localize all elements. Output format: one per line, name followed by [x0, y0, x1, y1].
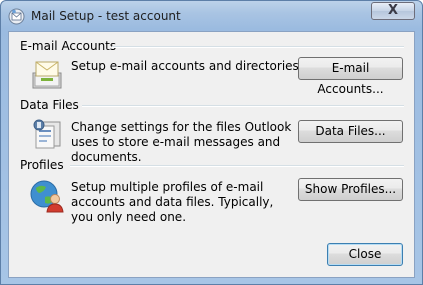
profiles-separator: [70, 165, 404, 167]
close-button[interactable]: Close: [327, 243, 403, 266]
profiles-heading: Profiles: [20, 158, 64, 172]
mail-setup-window: Mail Setup - test account X E-mail Accou…: [0, 0, 423, 285]
mail-app-icon: [8, 8, 25, 25]
data-files-separator: [82, 105, 404, 107]
profiles-icon: [30, 180, 64, 213]
email-accounts-heading: E-mail Accounts: [20, 39, 117, 53]
email-accounts-separator: [112, 46, 404, 48]
show-profiles-button[interactable]: Show Profiles...: [298, 178, 403, 201]
title-bar[interactable]: Mail Setup - test account X: [1, 1, 422, 31]
profiles-description: Setup multiple profiles of e-mail accoun…: [71, 180, 274, 224]
window-title: Mail Setup - test account: [31, 9, 181, 23]
data-files-button[interactable]: Data Files...: [298, 120, 403, 143]
close-icon: X: [387, 3, 399, 18]
dialog-body: E-mail Accounts Setup e-mail accounts an…: [8, 31, 415, 278]
email-accounts-button[interactable]: E-mail Accounts...: [298, 57, 403, 96]
data-files-icon: [33, 119, 61, 149]
email-accounts-description: Setup e-mail accounts and directories.: [71, 59, 303, 73]
email-accounts-icon: [32, 61, 62, 89]
data-files-description: Change settings for the files Outlook us…: [71, 120, 292, 164]
window-close-button[interactable]: X: [371, 2, 415, 20]
data-files-heading: Data Files: [20, 98, 79, 112]
